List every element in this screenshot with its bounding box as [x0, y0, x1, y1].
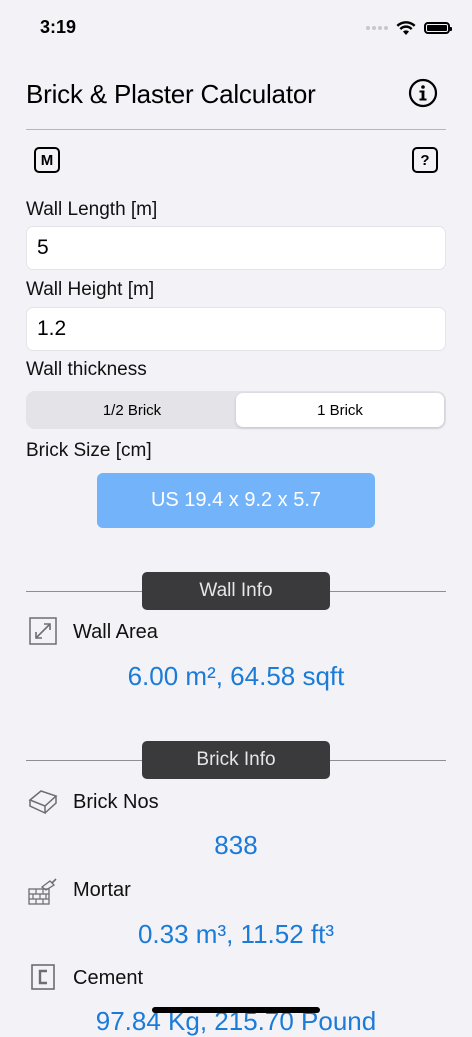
- mortar-value: 0.33 m³, 11.52 ft³: [137, 919, 335, 949]
- page-title: Brick & Plaster Calculator: [26, 79, 316, 109]
- wifi-icon: [396, 20, 416, 35]
- wall-height-field[interactable]: [26, 307, 446, 351]
- wall-area-label: Wall Area: [73, 621, 158, 643]
- segment-half-brick[interactable]: 1/2 Brick: [28, 393, 236, 427]
- cement-label: Cement: [73, 967, 144, 989]
- mortar-label: Mortar: [73, 879, 131, 901]
- brick-icon: [28, 790, 58, 815]
- status-time: 3:19: [40, 17, 77, 37]
- battery-icon: [424, 22, 452, 34]
- cement-icon: [31, 964, 55, 990]
- wall-thickness-label: Wall thickness: [26, 359, 147, 380]
- wall-length-input[interactable]: [27, 227, 445, 269]
- info-icon[interactable]: [408, 78, 438, 108]
- home-indicator[interactable]: [152, 1007, 320, 1013]
- wall-area-value: 6.00 m², 64.58 sqft: [127, 661, 345, 691]
- segment-one-brick[interactable]: 1 Brick: [236, 393, 444, 427]
- brick-size-label: Brick Size [cm]: [26, 440, 152, 461]
- status-icons: [366, 18, 452, 38]
- wall-height-label: Wall Height [m]: [26, 279, 155, 300]
- brick-nos-value: 838: [214, 830, 258, 860]
- brick-size-button[interactable]: US 19.4 x 9.2 x 5.7: [97, 473, 375, 528]
- brick-wall-trowel-icon: [28, 878, 57, 905]
- brick-info-header: Brick Info: [142, 741, 330, 779]
- wall-length-label: Wall Length [m]: [26, 199, 158, 220]
- m-button[interactable]: M: [34, 147, 60, 173]
- header-divider: [26, 129, 446, 130]
- expand-arrows-icon: [29, 617, 57, 645]
- wall-thickness-segmented-control[interactable]: 1/2 Brick 1 Brick: [26, 391, 446, 429]
- help-button[interactable]: ?: [412, 147, 438, 173]
- signal-dots-icon: [366, 26, 388, 30]
- brick-nos-label: Brick Nos: [73, 791, 159, 813]
- wall-length-field[interactable]: [26, 226, 446, 270]
- wall-info-header: Wall Info: [142, 572, 330, 610]
- wall-height-input[interactable]: [27, 308, 445, 350]
